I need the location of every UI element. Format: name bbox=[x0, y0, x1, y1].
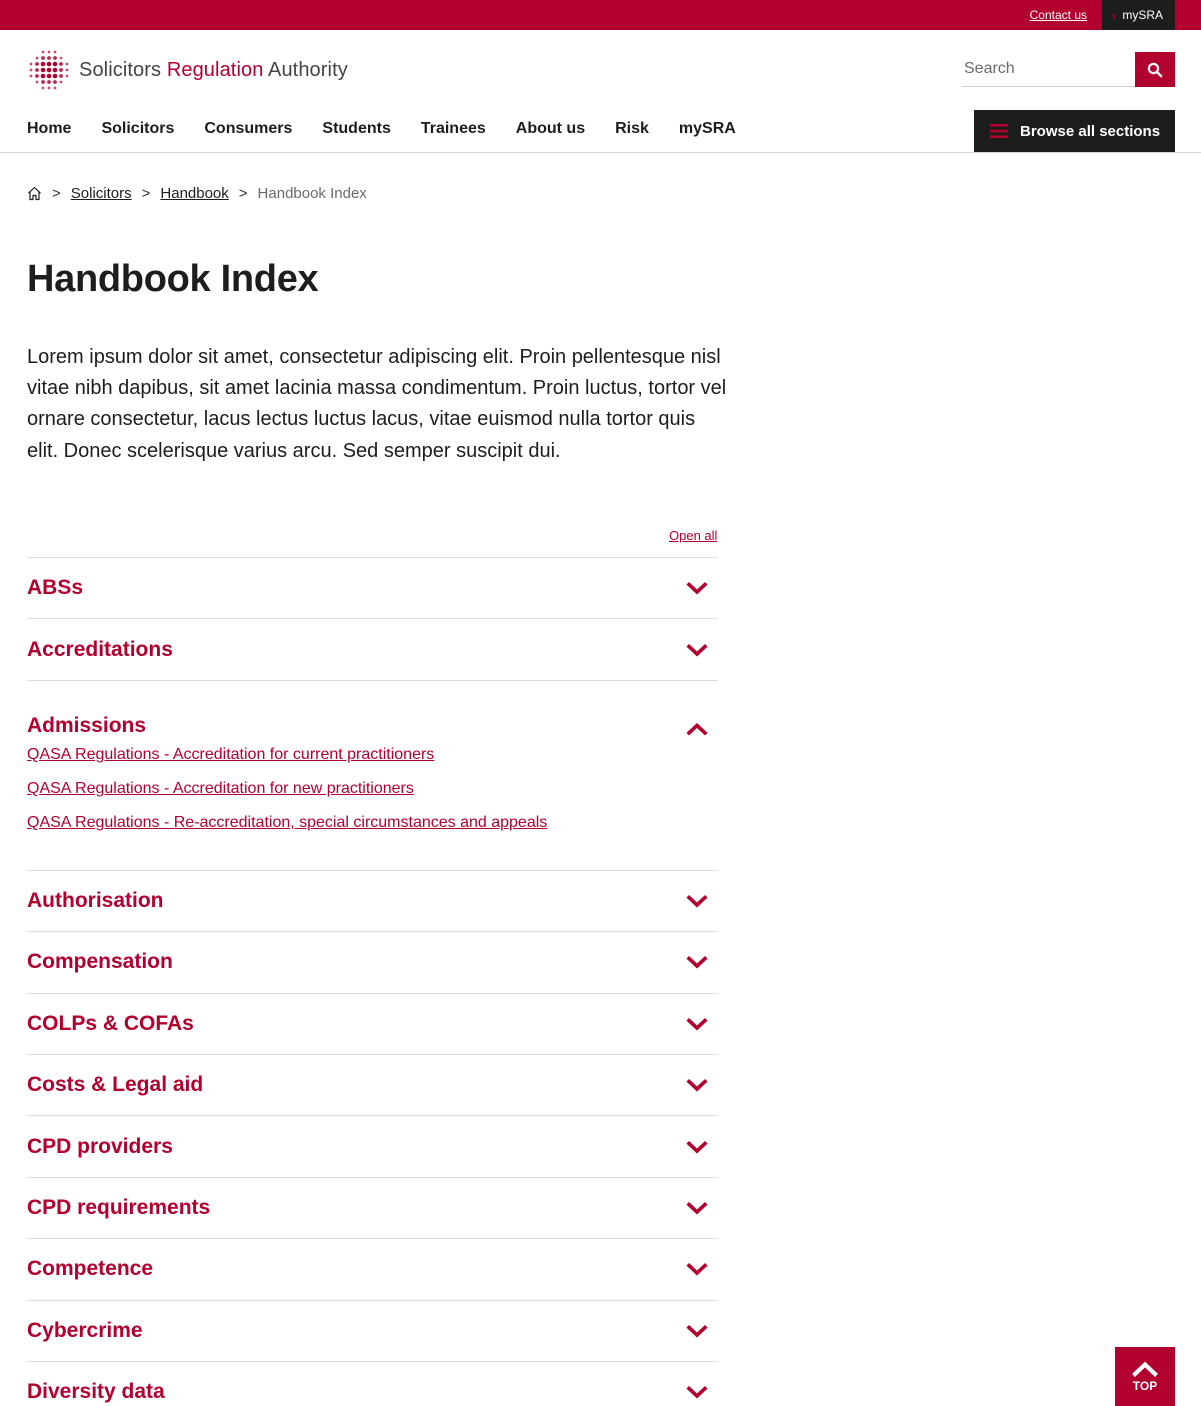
breadcrumb-current: Handbook Index bbox=[257, 185, 367, 202]
chevron-up-icon[interactable] bbox=[686, 722, 708, 736]
accordion-item: CPD providers bbox=[27, 1116, 718, 1178]
open-all-link[interactable]: Open all bbox=[669, 528, 717, 543]
accordion-title: CPD providers bbox=[27, 1134, 173, 1158]
accordion-header[interactable]: ABSs bbox=[27, 558, 718, 618]
accordion-title: Authorisation bbox=[27, 888, 164, 912]
accordion-item: COLPs & COFAs bbox=[27, 994, 718, 1055]
accordion-item: CPD requirements bbox=[27, 1178, 718, 1240]
accordion-item: Diversity data bbox=[27, 1362, 718, 1406]
main-navigation: Home Solicitors Consumers Students Train… bbox=[27, 120, 766, 138]
accordion-header[interactable]: CPD providers bbox=[27, 1116, 718, 1176]
logo-word-2: Regulation bbox=[166, 58, 264, 81]
logo-word-1: Solicitors bbox=[79, 58, 162, 81]
nav-item-mysra[interactable]: mySRA bbox=[679, 120, 736, 138]
accordion-header[interactable]: Costs & Legal aid bbox=[27, 1055, 718, 1115]
nav-item-about-us[interactable]: About us bbox=[516, 120, 585, 138]
accordion-header[interactable]: COLPs & COFAs bbox=[27, 994, 718, 1054]
accordion-item: Admissions QASA Regulations - Accreditati… bbox=[27, 681, 718, 871]
accordion-item: Compensation bbox=[27, 932, 718, 994]
accordion-item: Competence bbox=[27, 1239, 718, 1301]
nav-item-consumers[interactable]: Consumers bbox=[204, 120, 292, 138]
nav-divider bbox=[0, 152, 1201, 153]
contact-us-link[interactable]: Contact us bbox=[1030, 8, 1087, 22]
accordion-title: Competence bbox=[27, 1257, 154, 1281]
chevron-right-icon: › bbox=[1112, 7, 1117, 23]
chevron-down-icon[interactable] bbox=[686, 955, 708, 969]
nav-item-students[interactable]: Students bbox=[322, 120, 390, 138]
breadcrumb-separator: > bbox=[238, 185, 248, 202]
back-to-top-label: TOP bbox=[1132, 1378, 1158, 1393]
intro-text: Lorem ipsum dolor sit amet, consectetur … bbox=[27, 346, 727, 462]
utility-bar: Contact us › mySRA bbox=[0, 0, 1201, 30]
chevron-up-icon bbox=[1132, 1361, 1158, 1377]
chevron-down-icon[interactable] bbox=[686, 1017, 708, 1031]
accordion-item: Authorisation bbox=[27, 871, 718, 933]
accordion-header[interactable]: Competence bbox=[27, 1239, 718, 1299]
accordion-title: Admissions bbox=[27, 713, 147, 737]
breadcrumb: > Solicitors > Handbook > Handbook Index bbox=[27, 185, 367, 202]
logo-text: Solicitors Regulation Authority bbox=[79, 59, 348, 82]
accordion-link[interactable]: QASA Regulations - Accreditation for cur… bbox=[27, 738, 718, 772]
handbook-accordion: ABSs Accreditations Admissions QASA Regulat… bbox=[27, 557, 718, 1406]
search-button[interactable] bbox=[1135, 52, 1175, 87]
home-icon[interactable] bbox=[27, 186, 42, 201]
chevron-down-icon[interactable] bbox=[686, 894, 708, 908]
accordion-title: CPD requirements bbox=[27, 1195, 211, 1219]
mysra-top-label: mySRA bbox=[1122, 8, 1164, 22]
chevron-down-icon[interactable] bbox=[686, 1078, 708, 1092]
chevron-down-icon[interactable] bbox=[686, 1385, 708, 1399]
accordion-header[interactable]: CPD requirements bbox=[27, 1178, 718, 1238]
chevron-down-icon[interactable] bbox=[686, 1262, 708, 1276]
breadcrumb-link-solicitors[interactable]: Solicitors bbox=[71, 185, 132, 202]
menu-icon bbox=[990, 124, 1008, 138]
chevron-down-icon[interactable] bbox=[686, 1324, 708, 1338]
accordion-body: QASA Regulations - Accreditation for cur… bbox=[27, 738, 718, 870]
search-input[interactable] bbox=[962, 52, 1135, 87]
breadcrumb-separator: > bbox=[141, 185, 151, 202]
chevron-down-icon[interactable] bbox=[686, 581, 708, 595]
nav-item-solicitors[interactable]: Solicitors bbox=[101, 120, 174, 138]
chevron-down-icon[interactable] bbox=[686, 1140, 708, 1154]
page-title: Handbook Index bbox=[27, 258, 319, 300]
accordion-item: Accreditations bbox=[27, 619, 718, 681]
mysra-top-button[interactable]: › mySRA bbox=[1102, 0, 1175, 30]
accordion-title: ABSs bbox=[27, 576, 84, 600]
accordion-item: ABSs bbox=[27, 558, 718, 620]
accordion-link[interactable]: QASA Regulations - Re-accreditation, spe… bbox=[27, 806, 718, 840]
breadcrumb-link-handbook[interactable]: Handbook bbox=[160, 185, 228, 202]
accordion-header[interactable]: Diversity data bbox=[27, 1362, 718, 1406]
browse-label: Browse all sections bbox=[1020, 122, 1161, 140]
logo-dots-icon bbox=[29, 50, 69, 90]
search-icon bbox=[1147, 62, 1163, 77]
accordion-header[interactable]: Authorisation bbox=[27, 871, 718, 931]
accordion-item: Cybercrime bbox=[27, 1301, 718, 1362]
accordion-title: Costs & Legal aid bbox=[27, 1073, 204, 1097]
search-form bbox=[962, 52, 1175, 87]
site-logo[interactable]: Solicitors Regulation Authority bbox=[27, 48, 348, 92]
nav-item-risk[interactable]: Risk bbox=[615, 120, 649, 138]
accordion-header[interactable]: Accreditations bbox=[27, 619, 718, 679]
accordion-header[interactable]: Compensation bbox=[27, 932, 718, 992]
nav-item-home[interactable]: Home bbox=[27, 120, 71, 138]
back-to-top-button[interactable]: TOP bbox=[1115, 1347, 1175, 1406]
chevron-down-icon[interactable] bbox=[686, 643, 708, 657]
browse-all-sections-button[interactable]: Browse all sections bbox=[974, 110, 1175, 152]
logo-word-3: Authority bbox=[268, 58, 348, 81]
accordion-title: Accreditations bbox=[27, 637, 173, 661]
accordion-item: Costs & Legal aid bbox=[27, 1055, 718, 1117]
chevron-down-icon[interactable] bbox=[686, 1201, 708, 1215]
accordion-title: Compensation bbox=[27, 950, 173, 974]
accordion-title: Diversity data bbox=[27, 1380, 165, 1404]
nav-item-trainees[interactable]: Trainees bbox=[421, 120, 486, 138]
accordion-header[interactable]: Admissions bbox=[27, 681, 718, 738]
accordion-link[interactable]: QASA Regulations - Accreditation for new… bbox=[27, 772, 718, 806]
accordion-title: Cybercrime bbox=[27, 1318, 143, 1342]
breadcrumb-separator: > bbox=[52, 185, 61, 202]
accordion-header[interactable]: Cybercrime bbox=[27, 1301, 718, 1361]
accordion-title: COLPs & COFAs bbox=[27, 1011, 194, 1035]
